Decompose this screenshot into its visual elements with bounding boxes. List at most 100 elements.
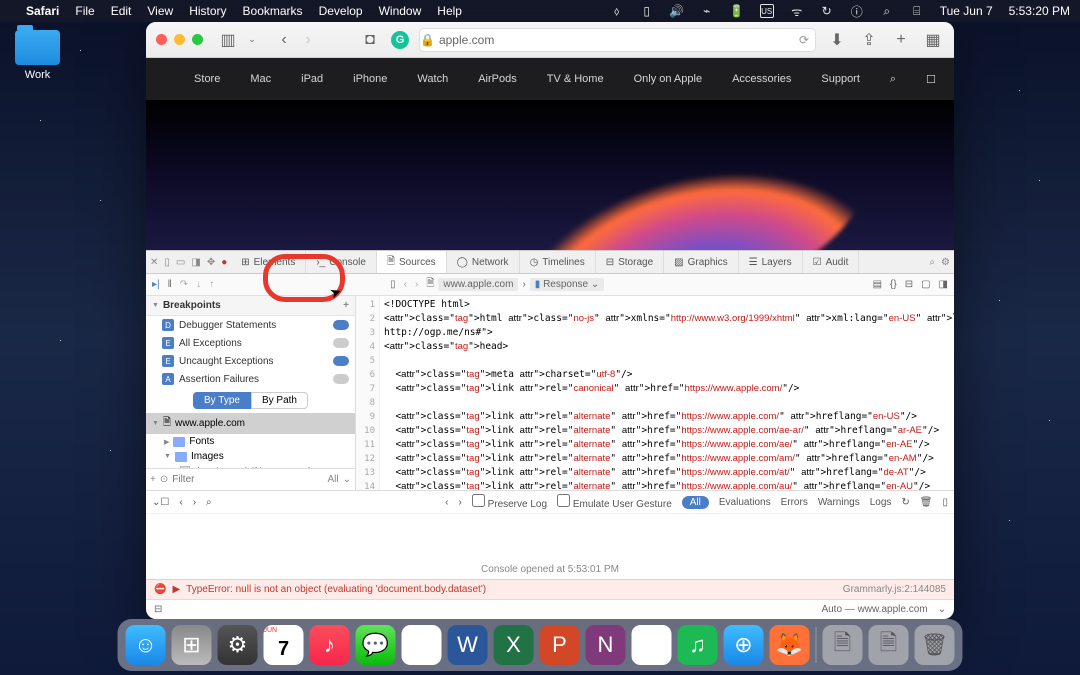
step-in-icon[interactable]: ↓	[196, 279, 201, 290]
devtools-tab-graphics[interactable]: ▨Graphics	[664, 251, 738, 273]
devtools-tab-timelines[interactable]: ◷Timelines	[520, 251, 596, 273]
tree-folder[interactable]: ▼Images	[146, 449, 355, 464]
dock-left-icon[interactable]: ▯	[164, 257, 170, 268]
add-icon[interactable]: +	[150, 474, 156, 485]
dock-excel[interactable]: X	[494, 625, 534, 665]
filter-eval[interactable]: Evaluations	[719, 497, 771, 508]
source-code-pane[interactable]: 12345678910111213141516171819 <!DOCTYPE …	[356, 296, 954, 490]
filter-logs[interactable]: Logs	[870, 497, 892, 508]
help-icon[interactable]: ⓘ	[850, 4, 864, 18]
tab-by-path[interactable]: By Path	[251, 392, 308, 409]
devtools-settings-icon[interactable]: ⚙	[941, 257, 950, 268]
menubar-time[interactable]: 5:53:20 PM	[1009, 4, 1070, 18]
dock-bottom-icon[interactable]: ▭	[176, 257, 185, 268]
footer-tree-icon[interactable]: ⊟	[154, 604, 162, 615]
add-breakpoint-icon[interactable]: +	[343, 300, 349, 311]
dock-finder[interactable]: ☺	[126, 625, 166, 665]
error-source[interactable]: Grammarly.js:2:144085	[843, 584, 946, 595]
dropbox-icon[interactable]: ⬨	[610, 4, 624, 18]
console-search-icon[interactable]: ⌕	[206, 497, 212, 508]
search-icon[interactable]: ⌕	[880, 4, 894, 18]
tab-by-type[interactable]: By Type	[193, 392, 251, 409]
filter-errors[interactable]: Errors	[781, 497, 808, 508]
dock-doc1[interactable]: 🗎	[823, 625, 863, 665]
menu-edit[interactable]: Edit	[111, 4, 132, 18]
dock-launchpad[interactable]: ⊞	[172, 625, 212, 665]
dock-calendar[interactable]: JUN7	[264, 625, 304, 665]
file-prev-icon[interactable]: ‹	[404, 279, 407, 290]
footer-context[interactable]: Auto — www.apple.com	[821, 604, 927, 615]
console-prev-icon[interactable]: ‹	[179, 497, 182, 508]
menu-develop[interactable]: Develop	[319, 4, 363, 18]
menu-window[interactable]: Window	[379, 4, 422, 18]
devtools-tab-audit[interactable]: ☑Audit	[803, 251, 860, 273]
filter-all[interactable]: All	[327, 474, 338, 485]
menu-help[interactable]: Help	[437, 4, 462, 18]
collapse-icon[interactable]: ▯	[942, 497, 948, 508]
minimize-button[interactable]	[174, 34, 185, 45]
step-out-icon[interactable]: ↑	[209, 279, 214, 290]
filter-warnings[interactable]: Warnings	[818, 497, 860, 508]
nav-support[interactable]: Support	[821, 73, 860, 85]
control-center-icon[interactable]: ⌸	[910, 4, 924, 18]
breadcrumb[interactable]: 🗎www.apple.com ›▮ Response ⌄	[426, 276, 604, 293]
dock-right-icon[interactable]: ◨	[191, 257, 200, 268]
nav-only[interactable]: Only on Apple	[634, 73, 703, 85]
forward-button[interactable]: ›	[297, 29, 319, 51]
target-icon[interactable]: ✥	[207, 257, 215, 268]
console-nav-prev[interactable]: ‹	[445, 497, 448, 508]
tree-folder[interactable]: ▶Fonts	[146, 434, 355, 449]
address-bar[interactable]: 🔒 apple.com ⟳	[419, 28, 816, 52]
nav-acc[interactable]: Accessories	[732, 73, 791, 85]
share-icon[interactable]: ⇪	[858, 29, 880, 51]
filter-all[interactable]: All	[682, 496, 709, 509]
dock-doc2[interactable]: 🗎	[869, 625, 909, 665]
console-nav-next[interactable]: ›	[458, 497, 461, 508]
menubar-date[interactable]: Tue Jun 7	[940, 4, 993, 18]
dock-safari[interactable]: ⊕	[724, 625, 764, 665]
dock-chrome[interactable]: ◉	[402, 625, 442, 665]
close-button[interactable]	[156, 34, 167, 45]
sync-icon[interactable]: ↻	[820, 4, 834, 18]
devtools-tab-storage[interactable]: ⊟Storage	[596, 251, 664, 273]
pause-icon[interactable]: ‖	[168, 279, 172, 290]
menu-history[interactable]: History	[189, 4, 226, 18]
downloads-icon[interactable]: ⬇	[826, 29, 848, 51]
filter-input[interactable]	[172, 474, 323, 485]
shield-icon[interactable]: ◘	[359, 29, 381, 51]
map-icon[interactable]: ▢	[921, 279, 930, 290]
step-over-icon[interactable]: ↷	[180, 279, 188, 290]
battery-icon[interactable]: 🔋	[730, 4, 744, 18]
dock-trash[interactable]: 🗑	[915, 625, 955, 665]
menu-bookmarks[interactable]: Bookmarks	[243, 4, 303, 18]
dock-settings[interactable]: ⚙	[218, 625, 258, 665]
nav-search-icon[interactable]: ⌕	[890, 73, 896, 86]
devtools-search-icon[interactable]: ⌕	[929, 257, 935, 268]
trash-icon[interactable]: 🗑	[920, 497, 933, 508]
disclosure-icon[interactable]: ▶	[172, 584, 180, 595]
close-devtools-icon[interactable]: ✕	[150, 257, 158, 268]
tree-root[interactable]: ▼🗎www.apple.com	[146, 413, 355, 434]
dock-music[interactable]: ♪	[310, 625, 350, 665]
breakpoint-item[interactable]: EUncaught Exceptions	[146, 352, 355, 370]
nav-iphone[interactable]: iPhone	[353, 73, 387, 85]
emulate-gesture-checkbox[interactable]: Emulate User Gesture	[557, 494, 672, 510]
grammarly-icon[interactable]: G	[391, 31, 409, 49]
tabs-overview-icon[interactable]: ▦	[922, 29, 944, 51]
dock-word[interactable]: W	[448, 625, 488, 665]
breakpoint-item[interactable]: EAll Exceptions	[146, 334, 355, 352]
bluetooth-icon[interactable]: ⌁	[700, 4, 714, 18]
volume-icon[interactable]: 🔊	[670, 4, 684, 18]
wrap-icon[interactable]: ⊟	[905, 279, 913, 290]
preserve-log-checkbox[interactable]: Preserve Log	[472, 494, 547, 510]
resume-icon[interactable]: ▸|	[152, 279, 160, 290]
nav-airpods[interactable]: AirPods	[478, 73, 517, 85]
panel-toggle-icon[interactable]: ▯	[390, 279, 396, 290]
dock-onenote[interactable]: N	[586, 625, 626, 665]
dock-slack[interactable]: ✱	[632, 625, 672, 665]
devtools-tab-elements[interactable]: ⊞Elements	[231, 251, 306, 273]
devtools-tab-console[interactable]: ›_Console	[306, 251, 377, 273]
braces-icon[interactable]: {}	[890, 279, 897, 290]
menu-view[interactable]: View	[147, 4, 173, 18]
desktop-folder-work[interactable]: Work	[15, 30, 60, 81]
